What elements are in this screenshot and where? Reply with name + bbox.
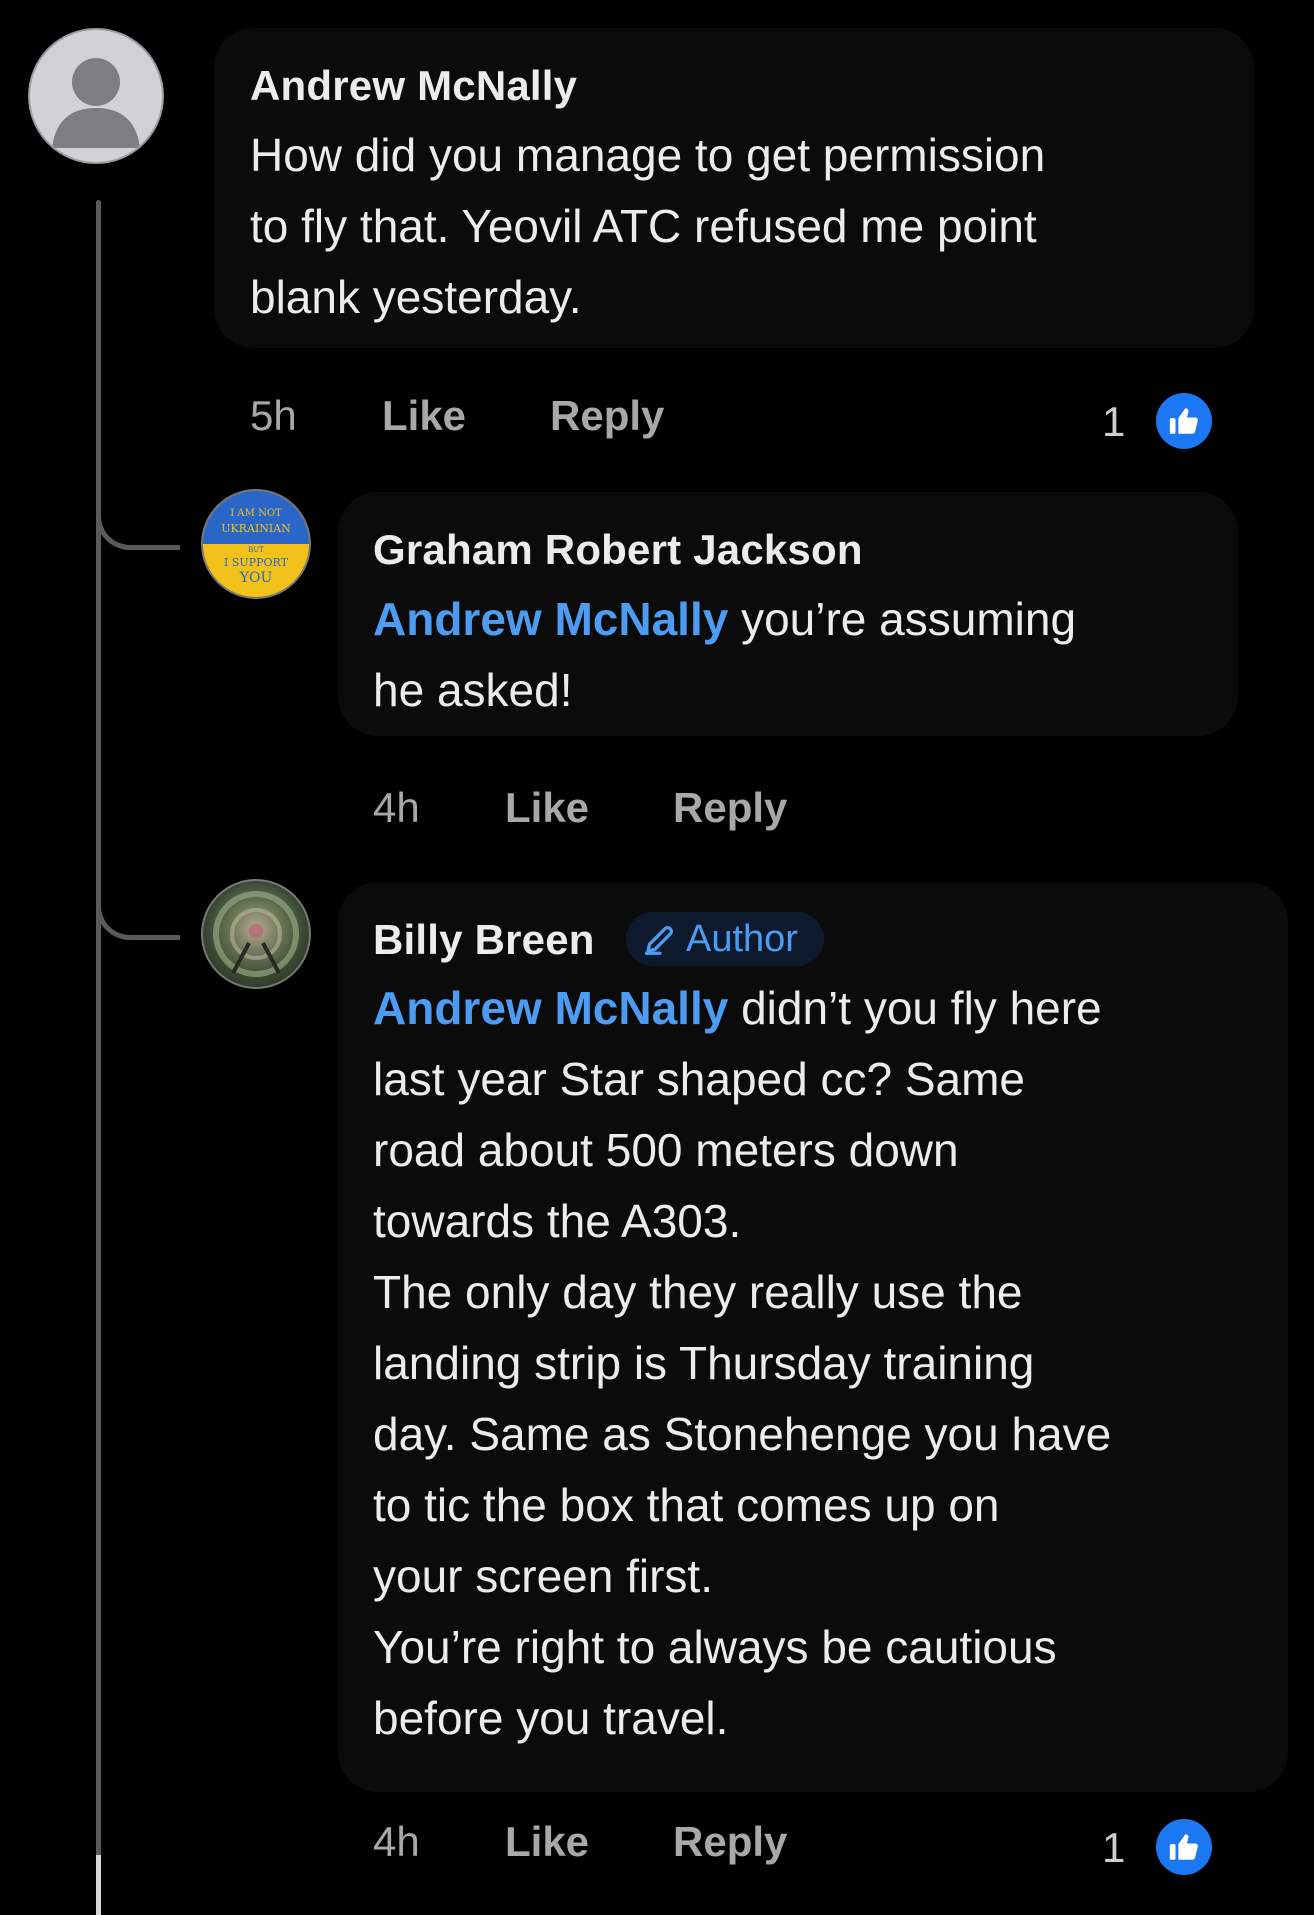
comment-text: Andrew McNally you’re assuming he asked!	[373, 584, 1076, 726]
like-button[interactable]: Like	[505, 784, 589, 832]
comment-text-line: The only day they really use the	[373, 1266, 1023, 1318]
comment-text-line: your screen first.	[373, 1550, 713, 1602]
comment-text-line: How did you manage to get permission	[250, 129, 1046, 181]
comment-text-line: You’re right to always be cautious	[373, 1621, 1057, 1673]
avatar[interactable]	[201, 879, 311, 989]
comment-text-line: to tic the box that comes up on	[373, 1479, 1000, 1531]
photo-avatar-image	[213, 891, 299, 977]
comment-text-line: to fly that. Yeovil ATC refused me point	[250, 200, 1037, 252]
avatar-text: I AM NOT	[230, 508, 282, 519]
user-silhouette-icon	[52, 58, 140, 148]
thread-line-scroll-end	[96, 1855, 101, 1915]
mention-link[interactable]: Andrew McNally	[373, 982, 728, 1034]
like-button[interactable]: Like	[382, 392, 466, 440]
thumbs-up-glyph	[1169, 1834, 1198, 1860]
comment-text-line: landing strip is Thursday training	[373, 1337, 1035, 1389]
comment-author[interactable]: Graham Robert Jackson	[373, 526, 863, 574]
comment-text-line: you’re assuming	[728, 593, 1077, 645]
reply-button[interactable]: Reply	[673, 1818, 787, 1866]
comment-text: Andrew McNally didn’t you fly here last …	[373, 973, 1111, 1754]
comment-timestamp[interactable]: 5h	[250, 392, 297, 440]
avatar-text: I SUPPORT	[224, 556, 288, 569]
comment-timestamp[interactable]: 4h	[373, 784, 420, 832]
comment-text-line: didn’t you fly here	[728, 982, 1102, 1034]
reply-button[interactable]: Reply	[673, 784, 787, 832]
author-badge-label: Author	[686, 917, 798, 960]
reaction-count[interactable]: 1	[1102, 398, 1125, 446]
comment-text-line: he asked!	[373, 664, 573, 716]
avatar[interactable]: I AM NOT UKRAINIAN BUT I SUPPORT YOU	[201, 489, 311, 599]
thread-line	[96, 200, 101, 1915]
avatar-text: BUT	[248, 546, 264, 554]
thumbs-up-icon[interactable]	[1156, 1819, 1212, 1875]
avatar-text: YOU	[239, 570, 273, 586]
comment-text-line: day. Same as Stonehenge you have	[373, 1408, 1112, 1460]
reply-connector	[96, 890, 180, 940]
pencil-icon	[644, 925, 674, 955]
comment-text-line: before you travel.	[373, 1692, 729, 1744]
thumbs-up-icon[interactable]	[1156, 393, 1212, 449]
comment-text-line: last year Star shaped cc? Same	[373, 1053, 1025, 1105]
reply-button[interactable]: Reply	[550, 392, 664, 440]
reaction-count[interactable]: 1	[1102, 1824, 1125, 1872]
avatar-text: UKRAINIAN	[221, 522, 291, 535]
comment-author[interactable]: Andrew McNally	[250, 62, 577, 110]
comment-text-line: road about 500 meters down	[373, 1124, 959, 1176]
comment-text-line: blank yesterday.	[250, 271, 582, 323]
reply-connector	[96, 500, 180, 550]
comment-author[interactable]: Billy Breen	[373, 916, 595, 964]
comment-timestamp[interactable]: 4h	[373, 1818, 420, 1866]
thumbs-up-glyph	[1169, 408, 1198, 434]
author-badge: Author	[626, 912, 824, 966]
comment-text-line: towards the A303.	[373, 1195, 742, 1247]
avatar[interactable]	[28, 28, 164, 164]
comment-text: How did you manage to get permission to …	[250, 120, 1045, 333]
like-button[interactable]: Like	[505, 1818, 589, 1866]
mention-link[interactable]: Andrew McNally	[373, 593, 728, 645]
